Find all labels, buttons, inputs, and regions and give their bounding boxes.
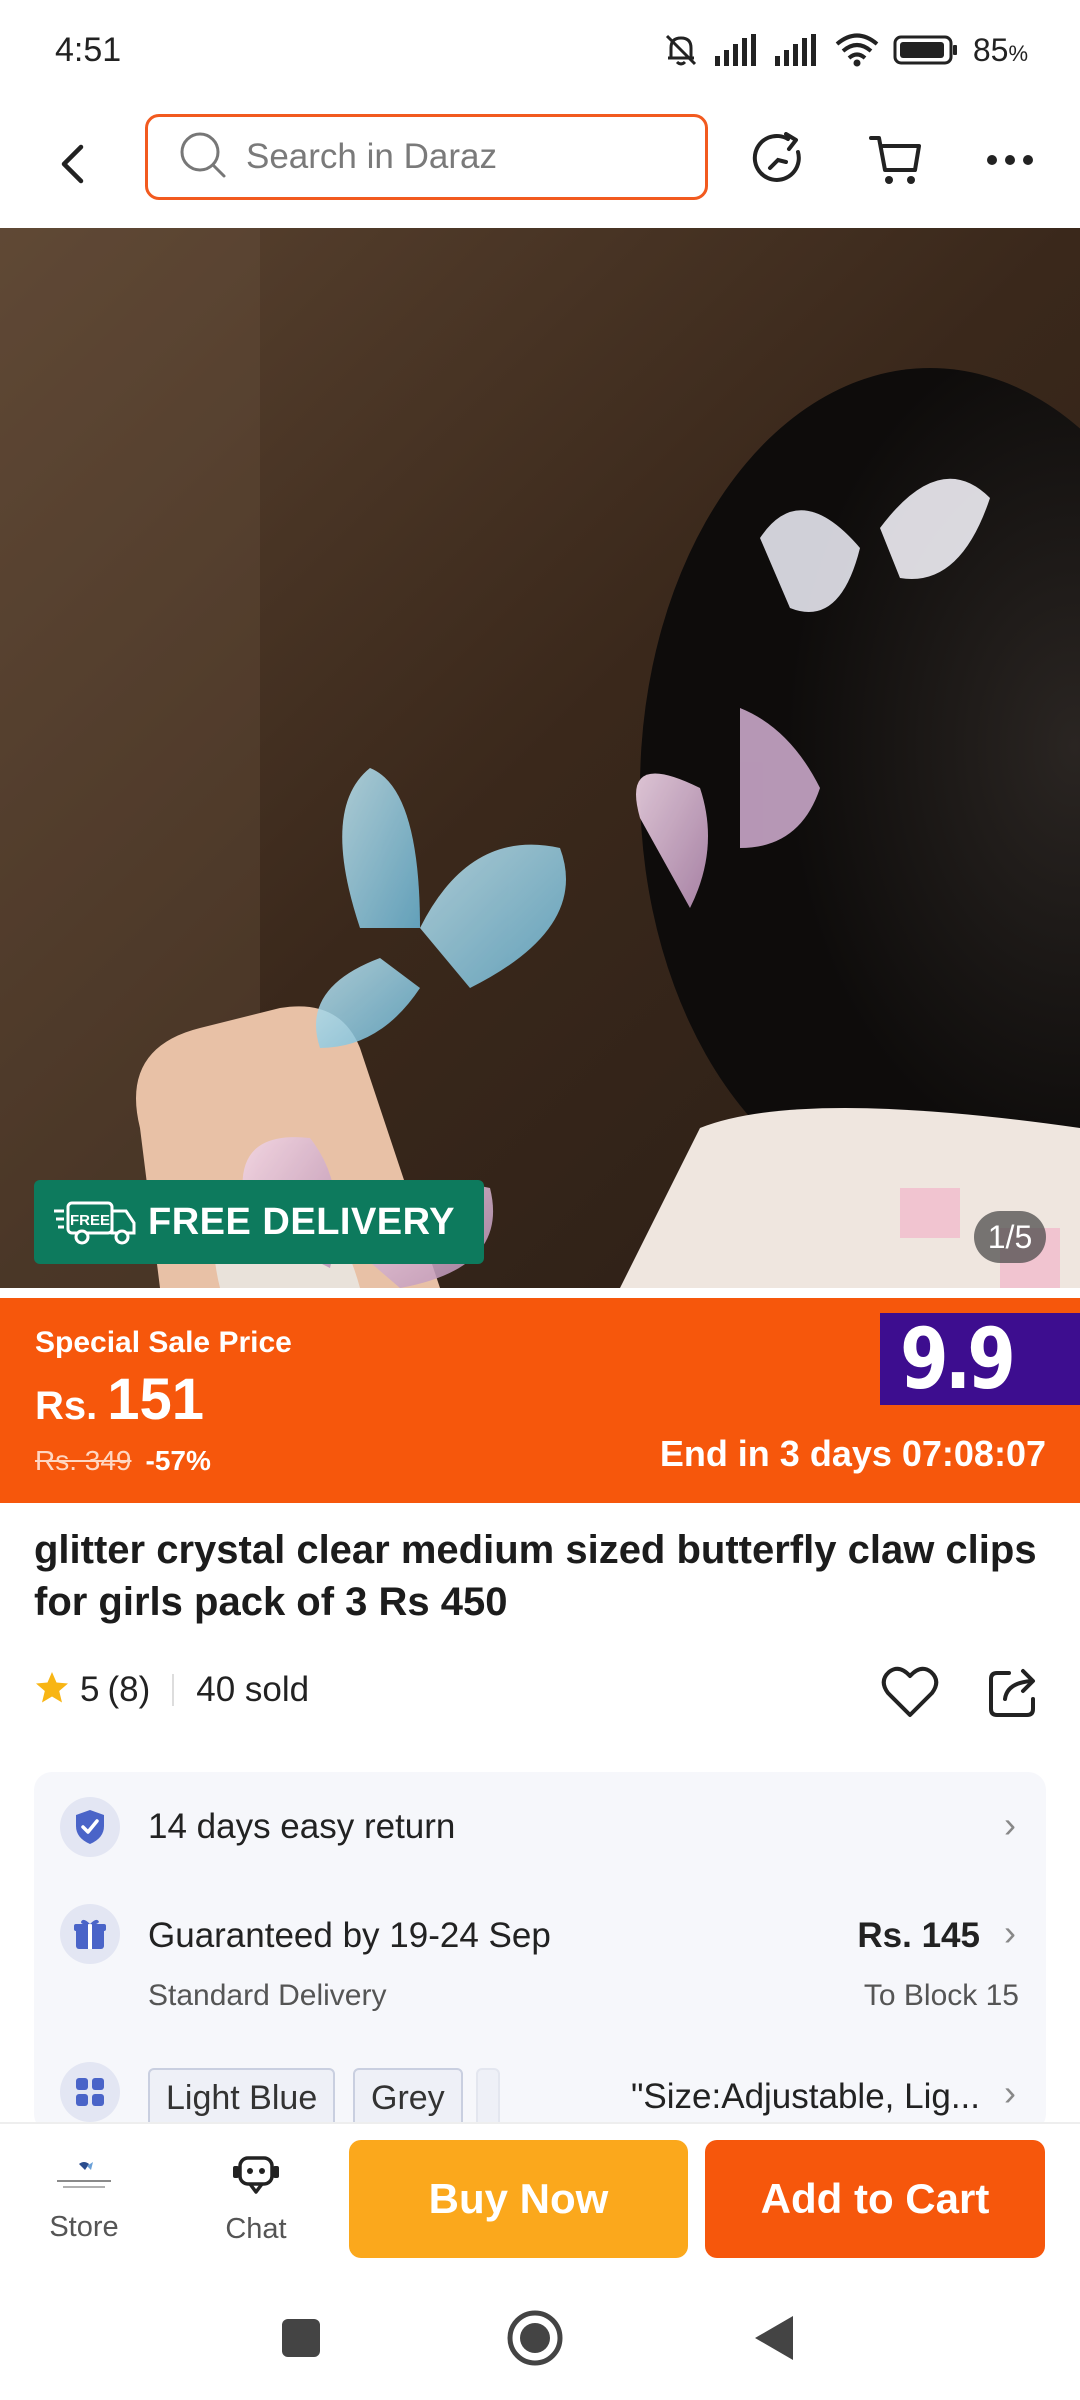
delivery-location: To Block 15	[863, 1979, 1019, 2012]
add-to-cart-button[interactable]: Add to Cart	[705, 2140, 1045, 2258]
product-image-gallery[interactable]: FREE FREE DELIVERY 1/5	[0, 228, 1080, 1288]
buy-now-button[interactable]: Buy Now	[349, 2140, 688, 2258]
product-page: 4:51 85% Search in Daraz FREE FREE DELIV…	[0, 0, 1080, 2400]
sold-count: 40 sold	[196, 1670, 310, 1709]
back-nav-button[interactable]	[744, 2308, 804, 2368]
signal-icon	[774, 34, 821, 66]
recent-apps-icon	[282, 2319, 320, 2357]
bell-off-icon	[661, 30, 701, 70]
share-refresh-button[interactable]	[748, 128, 812, 192]
price-currency: Rs.	[35, 1384, 98, 1428]
service-info-card: 14 days easy return › Guaranteed by 19-2…	[34, 1772, 1046, 2132]
rating-count: (8)	[107, 1670, 151, 1709]
sale-countdown: End in 3 days 07:08:07	[659, 1433, 1046, 1474]
search-input[interactable]: Search in Daraz	[145, 114, 708, 200]
back-button[interactable]	[52, 138, 92, 190]
chat-icon	[230, 2152, 282, 2203]
divider	[172, 1674, 175, 1706]
delivery-truck-icon: FREE	[54, 1197, 138, 1247]
free-delivery-label: FREE DELIVERY	[148, 1200, 456, 1243]
svg-text:FREE: FREE	[70, 1212, 110, 1229]
home-icon	[507, 2310, 563, 2366]
product-title: glitter crystal clear medium sized butte…	[34, 1528, 1037, 1624]
rating-row[interactable]: 5 (8) 40 sold	[34, 1660, 1046, 1720]
chat-button[interactable]: Chat	[196, 2124, 316, 2274]
variants-grid-icon	[60, 2062, 120, 2122]
return-label: 14 days easy return	[148, 1807, 456, 1846]
battery-icon	[893, 34, 959, 66]
battery-percent: 85%	[972, 31, 1028, 68]
share-refresh-icon	[752, 132, 801, 182]
image-counter: 1/5	[974, 1211, 1046, 1263]
back-icon	[61, 144, 84, 184]
share-icon	[989, 1669, 1035, 1717]
share-button[interactable]	[982, 1660, 1046, 1724]
wishlist-button[interactable]	[878, 1660, 942, 1724]
chevron-right-icon: ›	[1004, 1912, 1016, 1953]
sale-label: Special Sale Price	[35, 1326, 292, 1359]
home-button[interactable]	[505, 2308, 565, 2368]
more-button[interactable]	[978, 128, 1042, 192]
search-icon	[178, 130, 228, 185]
status-time: 4:51	[55, 30, 122, 69]
cart-button[interactable]	[863, 128, 927, 192]
discount-badge: -57%	[145, 1445, 211, 1476]
recent-apps-button[interactable]	[271, 2308, 331, 2368]
delivery-fee: Rs. 145	[857, 1916, 980, 1955]
store-label: Store	[49, 2210, 119, 2243]
store-button[interactable]: Store	[24, 2124, 144, 2274]
variant-chip-partial[interactable]	[476, 2068, 500, 2128]
store-logo	[44, 2155, 124, 2201]
gift-box-icon	[60, 1904, 120, 1964]
top-nav: Search in Daraz	[0, 100, 1080, 228]
free-delivery-badge: FREE FREE DELIVERY	[34, 1180, 484, 1264]
status-icons: 85%	[661, 30, 1028, 70]
rating-value: 5	[80, 1670, 100, 1709]
more-icon	[987, 155, 1033, 165]
delivery-row[interactable]: Guaranteed by 19-24 Sep Standard Deliver…	[34, 1882, 1046, 2052]
original-price-row: Rs. 349 -57%	[35, 1445, 211, 1477]
product-photo	[0, 228, 1080, 1288]
shield-check-icon	[60, 1797, 120, 1857]
return-policy-row[interactable]: 14 days easy return ›	[34, 1772, 1046, 1882]
signal-icon	[714, 34, 761, 66]
delivery-type: Standard Delivery	[148, 1979, 387, 2012]
back-nav-icon	[755, 2316, 793, 2360]
variant-chip-light-blue[interactable]: Light Blue	[148, 2068, 336, 2128]
star-icon	[34, 1670, 70, 1711]
promo-text: 9.9	[900, 1309, 1016, 1409]
delivery-guarantee: Guaranteed by 19-24 Sep	[148, 1916, 551, 1955]
system-navigation-bar	[0, 2272, 1080, 2400]
status-bar: 4:51 85%	[0, 0, 1080, 100]
bottom-action-bar: Store Chat Buy Now Add to Cart	[0, 2122, 1080, 2272]
chevron-right-icon: ›	[1004, 1804, 1016, 1845]
chevron-right-icon: ›	[1004, 2072, 1016, 2113]
heart-icon	[881, 1666, 939, 1717]
current-price: Rs. 151	[35, 1366, 204, 1433]
cart-icon	[869, 136, 921, 184]
promo-campaign-tag[interactable]: 9.9	[880, 1309, 1080, 1409]
search-placeholder: Search in Daraz	[246, 137, 497, 176]
price-banner: Special Sale Price Rs. 151 Rs. 349 -57% …	[0, 1298, 1080, 1503]
variant-summary[interactable]: "Size:Adjustable, Lig...	[631, 2077, 980, 2117]
price-value: 151	[107, 1367, 205, 1432]
variant-chip-grey[interactable]: Grey	[353, 2068, 463, 2128]
original-price: Rs. 349	[35, 1445, 132, 1476]
chat-label: Chat	[225, 2213, 287, 2245]
wifi-icon	[835, 33, 879, 67]
